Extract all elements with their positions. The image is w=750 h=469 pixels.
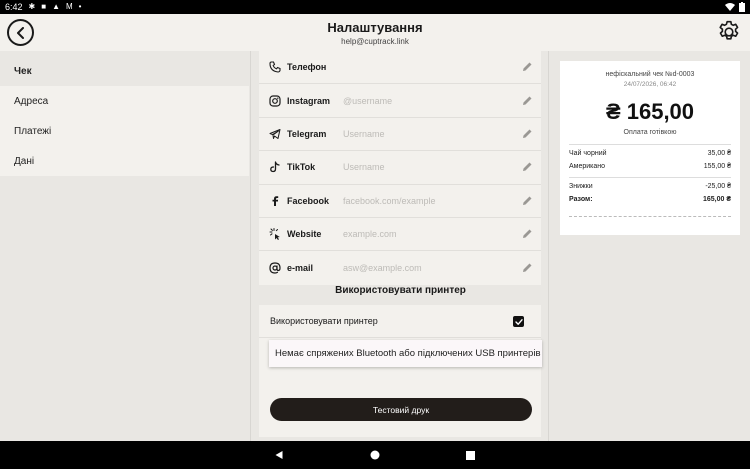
- pencil-icon[interactable]: [521, 95, 533, 107]
- contact-label: Telegram: [287, 128, 327, 139]
- pencil-icon[interactable]: [521, 161, 533, 173]
- circle-home-icon: [370, 450, 380, 460]
- download-status-icon: ■: [41, 2, 47, 11]
- nav-back-button[interactable]: [272, 448, 286, 462]
- receipt-discount-value: -25,00 ₴: [705, 183, 731, 190]
- system-nav-bar: [0, 441, 750, 469]
- app-header: Налаштування help@cuptrack.link: [0, 14, 750, 51]
- receipt-date: 24/07/2026, 06:42: [623, 81, 677, 88]
- wifi-icon: [725, 3, 735, 11]
- contact-label: TikTok: [287, 162, 316, 173]
- receipt-sum-row: Разом: 165,00 ₴: [569, 196, 731, 203]
- settings-button[interactable]: [716, 19, 742, 45]
- warning-status-icon: ▲: [52, 2, 60, 11]
- nav-home-button[interactable]: [368, 448, 382, 462]
- contact-row-tiktok: TikTok: [259, 151, 541, 185]
- receipt-sum-label: Разом:: [569, 196, 593, 203]
- pencil-icon[interactable]: [521, 128, 533, 140]
- pencil-icon[interactable]: [521, 195, 533, 207]
- receipt-line-item: Американо 155,00 ₴: [569, 163, 731, 170]
- phone-icon: [269, 61, 281, 73]
- printer-toggle-label: Використовувати принтер: [270, 316, 378, 326]
- sidebar-item-label: Адреса: [14, 95, 49, 107]
- receipt-item-name: Американо: [569, 163, 606, 170]
- printer-card: Використовувати принтер Тестовий друк: [259, 305, 541, 437]
- use-printer-checkbox[interactable]: [513, 316, 524, 327]
- contact-label: e-mail: [287, 263, 314, 274]
- pencil-icon[interactable]: [521, 228, 533, 240]
- triangle-back-icon: [275, 451, 283, 459]
- contact-row-instagram: Instagram: [259, 84, 541, 118]
- receipt-divider: [569, 144, 731, 145]
- website-icon: [269, 228, 281, 241]
- pencil-icon[interactable]: [521, 262, 533, 274]
- contact-label: Website: [287, 229, 322, 240]
- contact-row-telegram: Telegram: [259, 118, 541, 152]
- battery-icon: [739, 2, 745, 12]
- toast-message: Немає спряжених Bluetooth або підключени…: [269, 340, 542, 367]
- settings-content[interactable]: Телефон Instagram Telegram TikTok: [250, 51, 549, 441]
- contact-label: Телефон: [287, 62, 327, 73]
- receipt-header: нефіскальний чек №d-0003: [605, 71, 695, 78]
- website-input[interactable]: [343, 229, 503, 240]
- checkmark-icon: [514, 318, 523, 325]
- sidebar-item-label: Платежі: [14, 125, 52, 137]
- receipt-item-price: 35,00 ₴: [707, 150, 731, 157]
- contact-row-website: Website: [259, 218, 541, 252]
- sidebar-item-label: Дані: [14, 155, 35, 167]
- pencil-icon[interactable]: [521, 61, 533, 73]
- receipt-sum-value: 165,00 ₴: [702, 196, 731, 203]
- telegram-input[interactable]: [343, 128, 503, 139]
- printer-section-title: Використовувати принтер: [335, 285, 466, 296]
- contact-label: Facebook: [287, 195, 330, 206]
- settings-status-icon: ✱: [28, 2, 36, 11]
- instagram-input[interactable]: [343, 95, 503, 106]
- contacts-card: Телефон Instagram Telegram TikTok: [259, 51, 541, 285]
- receipt-discount-label: Знижки: [569, 183, 593, 190]
- contact-row-phone: Телефон: [259, 51, 541, 85]
- settings-sidebar: Чек Адреса Платежі Дані: [0, 56, 249, 176]
- square-recents-icon: [465, 450, 475, 460]
- telegram-icon: [269, 128, 281, 140]
- sidebar-item-receipt[interactable]: Чек: [0, 56, 249, 86]
- test-print-button[interactable]: Тестовий друк: [270, 398, 532, 421]
- facebook-input[interactable]: [343, 195, 503, 206]
- dot-status-icon: •: [78, 2, 82, 11]
- receipt-dashed-divider: [569, 216, 731, 217]
- receipt-preview: нефіскальний чек №d-0003 24/07/2026, 06:…: [560, 61, 740, 235]
- at-sign-icon: [269, 262, 281, 274]
- receipt-payment-method: Оплата готівкою: [623, 129, 677, 136]
- receipt-divider: [569, 177, 731, 178]
- printer-toggle-row[interactable]: Використовувати принтер: [259, 305, 541, 338]
- sidebar-item-address[interactable]: Адреса: [0, 86, 249, 116]
- page-subtitle: help@cuptrack.link: [341, 37, 409, 46]
- gear-icon: [719, 20, 739, 40]
- contact-row-facebook: Facebook: [259, 185, 541, 218]
- facebook-icon: [269, 195, 281, 207]
- nav-recents-button[interactable]: [463, 448, 477, 462]
- tiktok-icon: [269, 161, 281, 173]
- contact-label: Instagram: [287, 95, 331, 106]
- status-bar: 6:42 ✱ ■ ▲ M •: [0, 0, 750, 14]
- sidebar-item-payments[interactable]: Платежі: [0, 116, 249, 146]
- email-input[interactable]: [343, 263, 503, 274]
- receipt-item-price: 155,00 ₴: [703, 163, 731, 170]
- mail-status-icon: M: [66, 2, 73, 11]
- status-time: 6:42: [5, 2, 23, 12]
- page-title: Налаштування: [327, 20, 423, 35]
- receipt-total: ₴ 165,00: [605, 99, 695, 124]
- sidebar-item-label: Чек: [14, 65, 32, 77]
- receipt-line-item: Чай чорний 35,00 ₴: [569, 150, 731, 157]
- sidebar-item-data[interactable]: Дані: [0, 146, 249, 176]
- tiktok-input[interactable]: [343, 162, 503, 173]
- instagram-icon: [269, 94, 281, 107]
- receipt-item-name: Чай чорний: [569, 150, 607, 157]
- phone-input[interactable]: [343, 62, 503, 73]
- receipt-discount-row: Знижки -25,00 ₴: [569, 183, 731, 190]
- contact-row-email: e-mail: [259, 251, 541, 284]
